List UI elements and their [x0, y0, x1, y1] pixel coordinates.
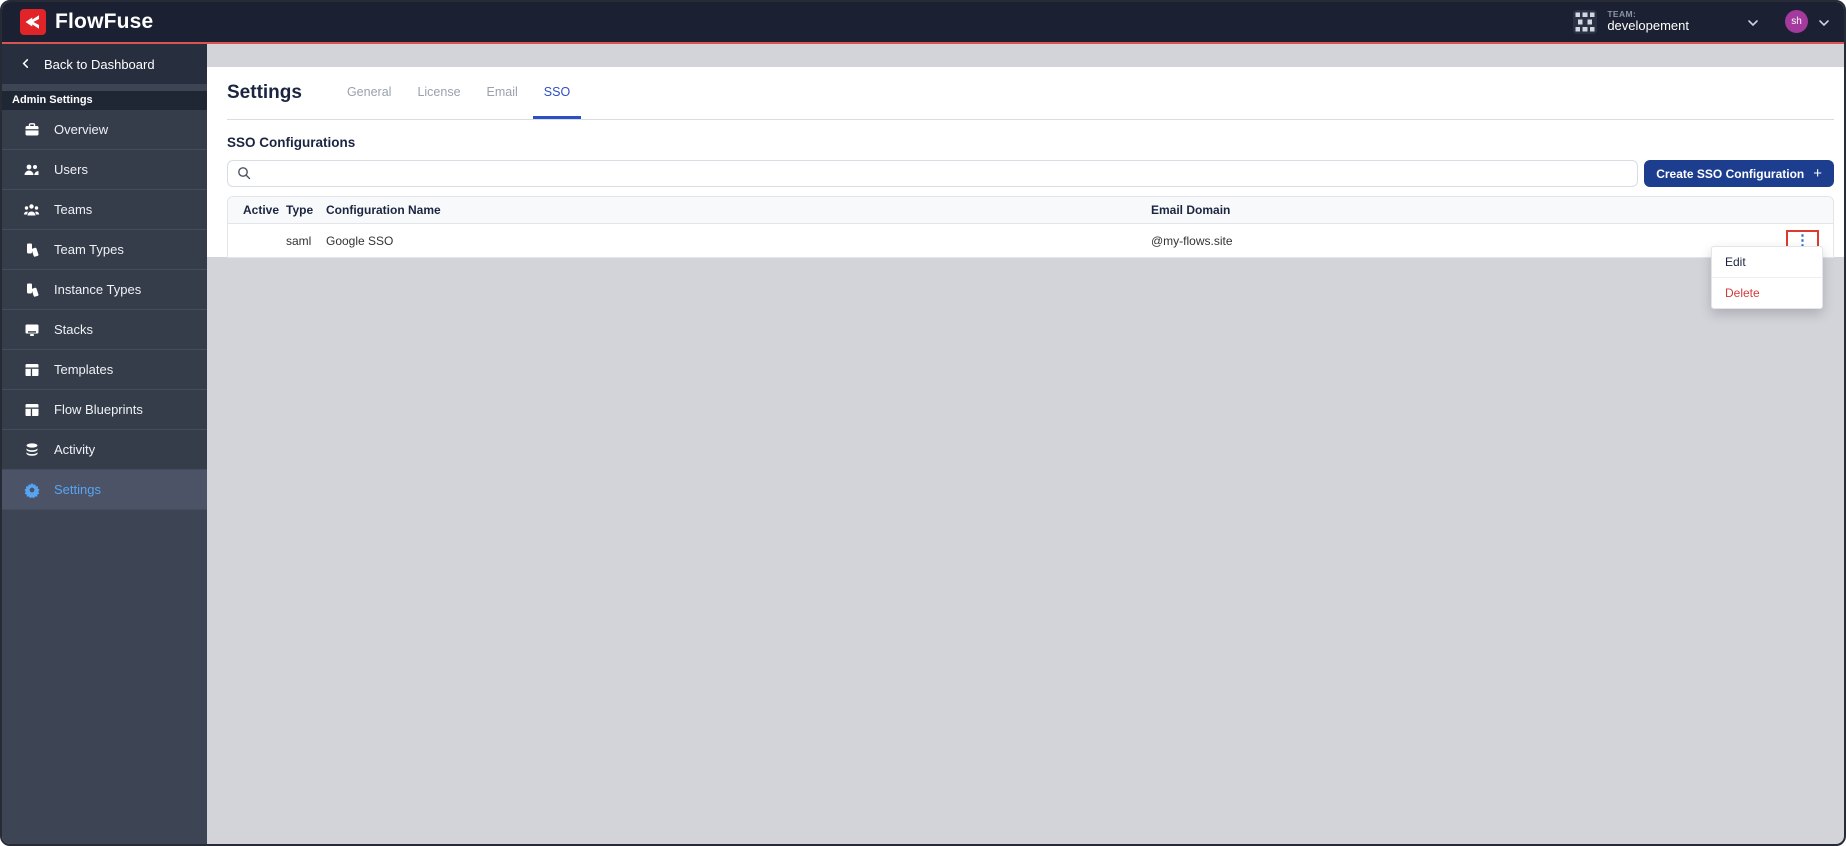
team-selector[interactable]: TEAM: developement: [1573, 9, 1759, 35]
sidebar-item-stacks[interactable]: Stacks: [2, 310, 207, 350]
tab-general[interactable]: General: [336, 67, 402, 119]
user-menu[interactable]: sh: [1785, 10, 1830, 34]
sidebar-item-settings[interactable]: Settings: [2, 470, 207, 510]
tab-sso[interactable]: SSO: [532, 67, 582, 119]
table-header-row: Active Type Configuration Name Email Dom…: [228, 197, 1833, 224]
settings-tabs: General License Email SSO: [336, 67, 582, 119]
users-icon: [23, 161, 40, 178]
sidebar-item-activity[interactable]: Activity: [2, 430, 207, 470]
flowfuse-logo-icon: [20, 9, 46, 35]
chevron-down-icon: [1747, 16, 1759, 28]
monitor-icon: [23, 321, 40, 338]
sidebar-item-users[interactable]: Users: [2, 150, 207, 190]
brand[interactable]: FlowFuse: [20, 9, 153, 35]
back-to-dashboard-button[interactable]: Back to Dashboard: [2, 44, 207, 84]
sidebar-item-flow-blueprints[interactable]: Flow Blueprints: [2, 390, 207, 430]
user-avatar: sh: [1785, 10, 1808, 34]
sidebar-item-label: Settings: [54, 482, 101, 497]
create-button-label: Create SSO Configuration: [1656, 166, 1805, 181]
search-icon: [236, 165, 252, 186]
tab-email[interactable]: Email: [476, 67, 529, 119]
sidebar-item-team-types[interactable]: Team Types: [2, 230, 207, 270]
sidebar-item-overview[interactable]: Overview: [2, 110, 207, 150]
sidebar-item-instance-types[interactable]: Instance Types: [2, 270, 207, 310]
app-window: FlowFuse TEAM: developement sh Back to D…: [0, 0, 1846, 846]
brand-name: FlowFuse: [55, 10, 154, 33]
sidebar-item-label: Instance Types: [54, 282, 142, 297]
cell-type-link[interactable]: saml: [286, 234, 326, 248]
briefcase-icon: [23, 121, 40, 138]
settings-panel: Settings General License Email SSO SSO C…: [207, 67, 1844, 258]
column-header-active: Active: [243, 203, 280, 217]
database-icon: [23, 441, 40, 458]
cell-email-domain-link[interactable]: @my-flows.site: [1151, 234, 1777, 248]
template-icon: [23, 401, 40, 418]
plus-icon: +: [1813, 165, 1822, 182]
sidebar-item-templates[interactable]: Templates: [2, 350, 207, 390]
badges-icon: [23, 281, 40, 298]
search-input[interactable]: [227, 160, 1639, 187]
sidebar-item-label: Flow Blueprints: [54, 402, 143, 417]
sidebar-item-label: Stacks: [54, 322, 94, 337]
sidebar-item-label: Team Types: [54, 242, 124, 257]
column-header-type: Type: [286, 203, 314, 217]
chevron-left-icon: [20, 57, 31, 72]
team-name: developement: [1607, 18, 1689, 34]
row-context-menu: Edit Delete: [1711, 246, 1823, 309]
sidebar-item-label: Overview: [54, 122, 109, 137]
template-icon: [23, 361, 40, 378]
sidebar-item-teams[interactable]: Teams: [2, 190, 207, 230]
sidebar-item-label: Activity: [54, 442, 96, 457]
team-avatar: [1573, 9, 1598, 34]
page-title: Settings: [227, 82, 302, 103]
menu-item-delete[interactable]: Delete: [1712, 277, 1822, 308]
menu-item-edit[interactable]: Edit: [1712, 247, 1822, 277]
sidebar-section-title: Admin Settings: [2, 91, 207, 110]
cell-configuration-name-link[interactable]: Google SSO: [326, 234, 1151, 248]
sso-configurations-table: Active Type Configuration Name Email Dom…: [227, 196, 1834, 258]
column-header-email-domain: Email Domain: [1151, 203, 1231, 217]
admin-sidebar: Back to Dashboard Admin Settings Overvie…: [2, 44, 207, 844]
back-label: Back to Dashboard: [44, 56, 155, 72]
column-header-configuration-name: Configuration Name: [326, 203, 441, 217]
tab-license[interactable]: License: [406, 67, 471, 119]
main-area: Settings General License Email SSO SSO C…: [207, 44, 1844, 844]
create-sso-configuration-button[interactable]: Create SSO Configuration +: [1644, 160, 1834, 187]
teams-icon: [23, 201, 40, 218]
section-title: SSO Configurations: [227, 135, 356, 150]
table-row[interactable]: saml Google SSO @my-flows.site ⋮: [228, 224, 1833, 257]
gear-icon: [23, 481, 40, 498]
sidebar-item-label: Templates: [54, 362, 114, 377]
sidebar-item-label: Users: [54, 162, 88, 177]
top-navbar: FlowFuse TEAM: developement sh: [2, 2, 1844, 44]
sidebar-item-label: Teams: [54, 202, 93, 217]
badges-icon: [23, 241, 40, 258]
chevron-down-icon: [1818, 16, 1830, 28]
